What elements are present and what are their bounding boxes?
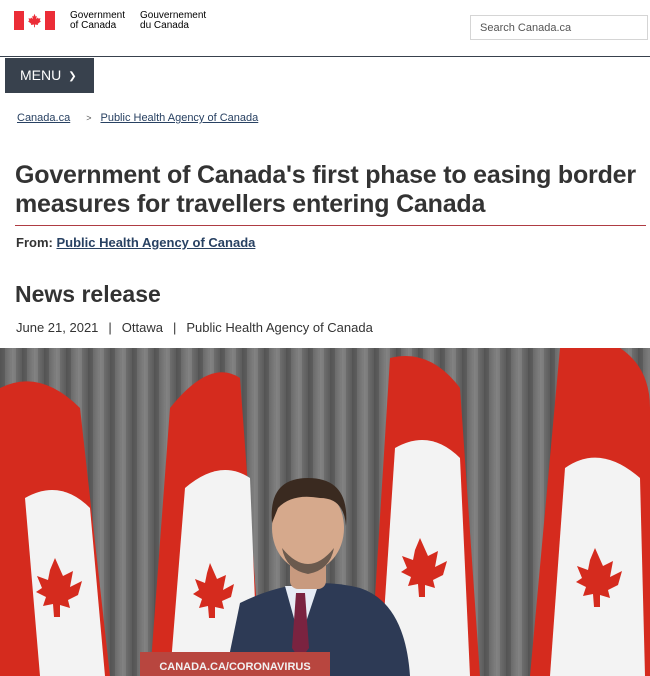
- from-line: From: Public Health Agency of Canada: [16, 235, 255, 250]
- breadcrumb-link-canada[interactable]: Canada.ca: [17, 112, 70, 124]
- chevron-down-icon: ❯: [68, 71, 77, 82]
- release-date: June 21, 2021: [16, 320, 99, 335]
- canada-flag-icon: [14, 11, 55, 30]
- podium-sign-text: CANADA.CA/CORONAVIRUS: [159, 661, 310, 673]
- breadcrumb-separator: >: [86, 113, 92, 123]
- section-heading: News release: [15, 281, 161, 307]
- title-divider: [15, 225, 646, 226]
- government-signature[interactable]: Government of Canada Gouvernement du Can…: [14, 11, 206, 31]
- search-input[interactable]: Search Canada.ca: [470, 15, 648, 40]
- site-header: Government of Canada Gouvernement du Can…: [0, 0, 650, 57]
- release-meta: June 21, 2021 | Ottawa | Public Health Agenc…: [16, 320, 373, 335]
- page-title: Government of Canada's first phase to ea…: [15, 161, 636, 218]
- menu-label: MENU: [20, 67, 62, 83]
- menu-button[interactable]: MENU ❯: [5, 58, 94, 93]
- breadcrumb: Canada.ca > Public Health Agency of Canada: [17, 112, 258, 124]
- meta-divider: |: [108, 320, 112, 335]
- meta-divider: |: [172, 320, 177, 335]
- breadcrumb-link-phac[interactable]: Public Health Agency of Canada: [100, 112, 258, 124]
- release-department: Public Health Agency of Canada: [186, 320, 373, 335]
- search-placeholder: Search Canada.ca: [480, 22, 572, 34]
- from-label: From:: [16, 235, 53, 250]
- from-link[interactable]: Public Health Agency of Canada: [56, 235, 255, 250]
- news-photo: CANADA.CA/CORONAVIRUS: [0, 348, 650, 676]
- signature-english: Government of Canada: [70, 10, 126, 31]
- press-conference-image: CANADA.CA/CORONAVIRUS: [0, 348, 650, 676]
- signature-french: Gouvernement du Canada: [140, 10, 207, 31]
- release-location: Ottawa: [121, 320, 163, 335]
